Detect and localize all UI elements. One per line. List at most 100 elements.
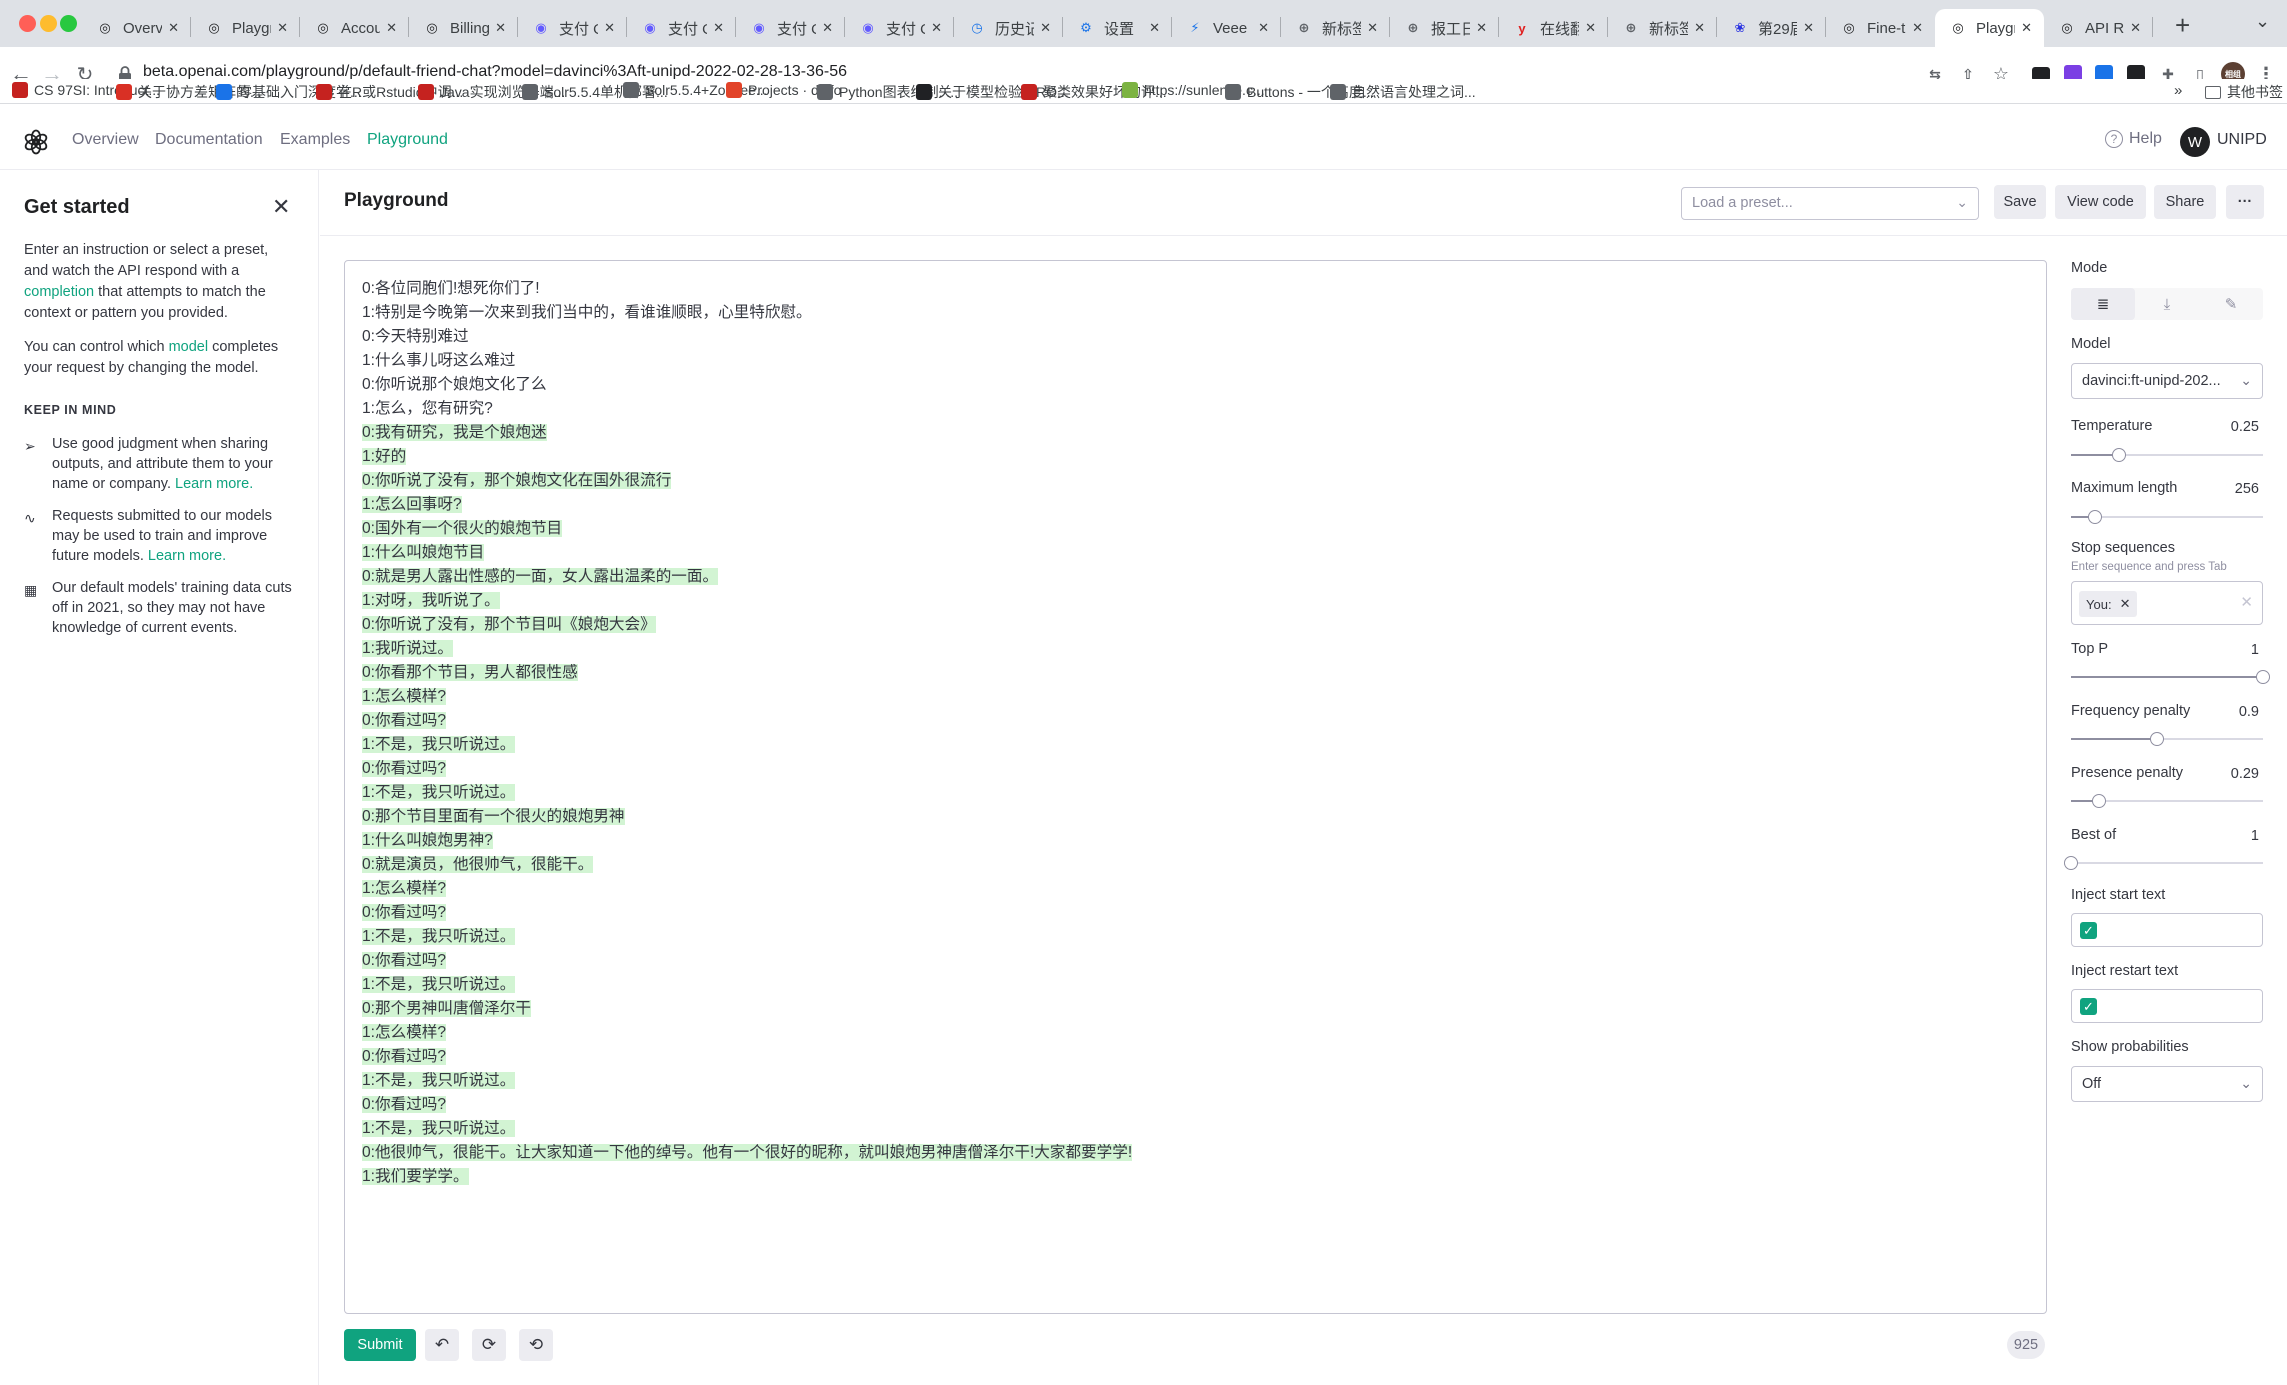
window-minimize-button[interactable]: [40, 15, 57, 32]
browser-tab[interactable]: ◉ 支付 Op ✕: [736, 9, 845, 47]
window-zoom-button[interactable]: [60, 15, 77, 32]
remove-chip-icon[interactable]: ✕: [2120, 596, 2131, 612]
show-probabilities-select[interactable]: Off ⌄: [2071, 1066, 2263, 1102]
bookmarks-overflow-icon[interactable]: »: [2174, 82, 2182, 99]
prompt-editor[interactable]: 0:各位同胞们!想死你们了! 1:特别是今晚第一次来到我们当中的，看谁谁顺眼，心里…: [344, 260, 2047, 1314]
browser-tab[interactable]: ◎ Billing h ✕: [409, 9, 518, 47]
model-select[interactable]: davinci:ft-unipd-202... ⌄: [2071, 363, 2263, 399]
tab-close-icon[interactable]: ✕: [168, 20, 179, 36]
stop-sequences-input[interactable]: You: ✕ ✕: [2071, 581, 2263, 625]
max-length-slider[interactable]: [2071, 510, 2263, 524]
best-of-value[interactable]: 1: [2199, 828, 2259, 844]
tab-close-icon[interactable]: ✕: [1258, 20, 1269, 36]
new-tab-button[interactable]: +: [2175, 10, 2190, 41]
browser-tab[interactable]: ◎ Accoun ✕: [300, 9, 409, 47]
tab-close-icon[interactable]: ✕: [1367, 20, 1378, 36]
preset-select[interactable]: Load a preset... ⌄: [1681, 187, 1979, 220]
other-bookmarks[interactable]: 其他书签: [2205, 82, 2283, 102]
inject-restart-input[interactable]: ✓: [2071, 989, 2263, 1023]
presence-penalty-value[interactable]: 0.29: [2199, 766, 2259, 782]
learn-more-link[interactable]: Learn more.: [175, 476, 253, 492]
tab-close-icon[interactable]: ✕: [931, 20, 942, 36]
top-p-value[interactable]: 1: [2199, 642, 2259, 658]
browser-tab[interactable]: ⊕ 报工日志 ✕: [1390, 9, 1499, 47]
tab-close-icon[interactable]: ✕: [1694, 20, 1705, 36]
nav-playground[interactable]: Playground: [367, 131, 448, 149]
inject-start-checkbox[interactable]: ✓: [2080, 922, 2097, 939]
temperature-value[interactable]: 0.25: [2199, 419, 2259, 435]
regenerate-icon[interactable]: ⟳: [472, 1329, 506, 1361]
tab-close-icon[interactable]: ✕: [604, 20, 615, 36]
browser-tab[interactable]: ⚙ 设置 ✕: [1063, 9, 1172, 47]
slider-thumb[interactable]: [2091, 794, 2106, 808]
nav-documentation[interactable]: Documentation: [155, 131, 263, 149]
window-close-button[interactable]: [19, 15, 36, 32]
top-p-slider[interactable]: [2071, 670, 2270, 684]
tab-close-icon[interactable]: ✕: [2021, 20, 2032, 36]
tab-close-icon[interactable]: ✕: [713, 20, 724, 36]
org-name[interactable]: UNIPD: [2217, 131, 2267, 149]
browser-tab[interactable]: ⊕ 新标签页 ✕: [1608, 9, 1717, 47]
undo-icon[interactable]: ↶: [425, 1329, 459, 1361]
presence-penalty-slider[interactable]: [2071, 794, 2263, 808]
browser-tab[interactable]: ◉ 支付 Op ✕: [627, 9, 736, 47]
slider-thumb[interactable]: [2256, 670, 2270, 684]
mode-edit-icon[interactable]: ✎: [2199, 288, 2263, 320]
history-icon[interactable]: ⟲: [519, 1329, 553, 1361]
tab-close-icon[interactable]: ✕: [1040, 20, 1051, 36]
browser-tab[interactable]: ◎ Fine-tun ✕: [1826, 9, 1935, 47]
tab-close-icon[interactable]: ✕: [1476, 20, 1487, 36]
nav-examples[interactable]: Examples: [280, 131, 350, 149]
learn-more-link[interactable]: Learn more.: [148, 548, 226, 564]
browser-tab[interactable]: ◷ 历史记录 ✕: [954, 9, 1063, 47]
tab-close-icon[interactable]: ✕: [1803, 20, 1814, 36]
mode-insert-icon[interactable]: ⤓: [2135, 288, 2199, 320]
temperature-slider[interactable]: [2071, 448, 2263, 462]
browser-tab[interactable]: ⊕ 新标签页 ✕: [1281, 9, 1390, 47]
browser-tab[interactable]: ◉ 支付 Op ✕: [845, 9, 954, 47]
tab-close-icon[interactable]: ✕: [1912, 20, 1923, 36]
tab-search-chevron-icon[interactable]: ⌄: [2255, 11, 2270, 32]
save-button[interactable]: Save: [1994, 185, 2046, 219]
completion-link[interactable]: completion: [24, 284, 94, 300]
inject-restart-checkbox[interactable]: ✓: [2080, 998, 2097, 1015]
browser-tab[interactable]: ◉ 支付 Op ✕: [518, 9, 627, 47]
submit-button[interactable]: Submit: [344, 1329, 416, 1361]
browser-tab[interactable]: ◎ Playgro ✕: [1935, 9, 2044, 47]
tab-close-icon[interactable]: ✕: [2130, 20, 2141, 36]
bookmark-item[interactable]: 自然语言处理之词...: [1330, 82, 1476, 102]
mode-complete-icon[interactable]: ≣: [2071, 288, 2135, 320]
slider-thumb[interactable]: [2150, 732, 2165, 746]
close-icon[interactable]: ✕: [272, 194, 290, 220]
tab-close-icon[interactable]: ✕: [1585, 20, 1596, 36]
model-link[interactable]: model: [169, 339, 209, 355]
openai-logo-icon[interactable]: [22, 128, 50, 156]
tab-close-icon[interactable]: ✕: [822, 20, 833, 36]
slider-thumb[interactable]: [2064, 856, 2078, 870]
best-of-slider[interactable]: [2064, 856, 2263, 870]
slider-thumb[interactable]: [2112, 448, 2126, 462]
browser-tab[interactable]: ❀ 第29届 ✕: [1717, 9, 1826, 47]
frequency-penalty-value[interactable]: 0.9: [2199, 704, 2259, 720]
browser-tab[interactable]: ⚡ Veee - ✕: [1172, 9, 1281, 47]
clear-icon[interactable]: ✕: [2240, 593, 2253, 611]
avatar[interactable]: W: [2180, 127, 2210, 157]
tab-close-icon[interactable]: ✕: [277, 20, 288, 36]
browser-tab[interactable]: ◎ Overvie ✕: [82, 9, 191, 47]
tab-close-icon[interactable]: ✕: [1149, 20, 1160, 36]
inject-start-input[interactable]: ✓: [2071, 913, 2263, 947]
tab-close-icon[interactable]: ✕: [386, 20, 397, 36]
slider-thumb[interactable]: [2088, 510, 2102, 524]
help-link[interactable]: ? Help: [2105, 130, 2162, 148]
max-length-value[interactable]: 256: [2199, 481, 2259, 497]
nav-overview[interactable]: Overview: [72, 131, 139, 149]
browser-tab[interactable]: ◎ API Ref ✕: [2044, 9, 2153, 47]
view-code-button[interactable]: View code: [2055, 185, 2146, 219]
share-button[interactable]: Share: [2154, 185, 2216, 219]
frequency-penalty-slider[interactable]: [2071, 732, 2263, 746]
browser-tab[interactable]: y 在线翻译 ✕: [1499, 9, 1608, 47]
tab-close-icon[interactable]: ✕: [495, 20, 506, 36]
browser-tab[interactable]: ◎ Playgro ✕: [191, 9, 300, 47]
prompt-text-area[interactable]: 0:各位同胞们!想死你们了! 1:特别是今晚第一次来到我们当中的，看谁谁顺眼，心里…: [362, 277, 2046, 1189]
more-options-button[interactable]: ···: [2226, 185, 2264, 219]
